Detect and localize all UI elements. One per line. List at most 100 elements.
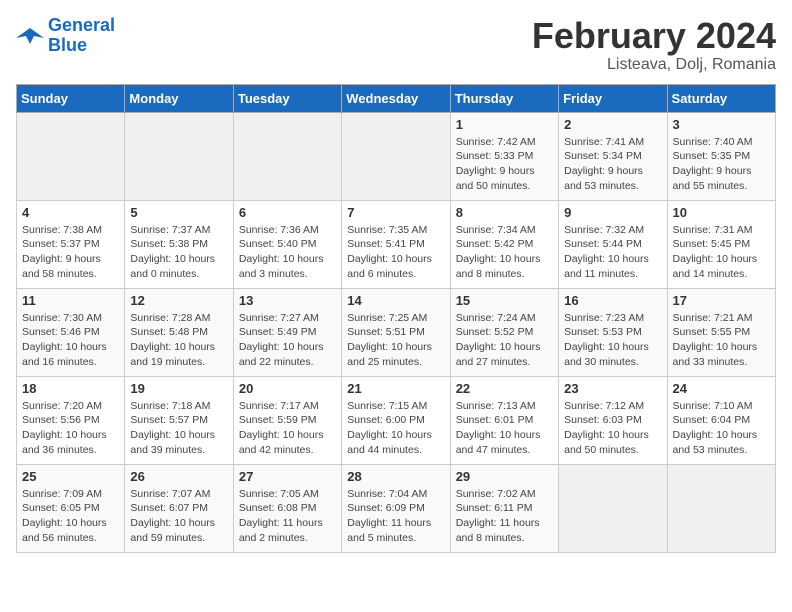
day-detail: Sunrise: 7:17 AM Sunset: 5:59 PM Dayligh…: [239, 399, 336, 458]
logo-icon: [16, 24, 44, 48]
calendar-cell: 18 Sunrise: 7:20 AM Sunset: 5:56 PM Dayli…: [17, 376, 125, 464]
calendar-week-row: 4 Sunrise: 7:38 AM Sunset: 5:37 PM Daylig…: [17, 200, 776, 288]
calendar-cell: 20 Sunrise: 7:17 AM Sunset: 5:59 PM Dayli…: [233, 376, 341, 464]
day-detail: Sunrise: 7:32 AM Sunset: 5:44 PM Dayligh…: [564, 223, 661, 282]
day-number: 5: [130, 205, 227, 220]
day-number: 27: [239, 469, 336, 484]
day-detail: Sunrise: 7:10 AM Sunset: 6:04 PM Dayligh…: [673, 399, 770, 458]
calendar-cell: 25 Sunrise: 7:09 AM Sunset: 6:05 PM Dayli…: [17, 464, 125, 552]
day-detail: Sunrise: 7:04 AM Sunset: 6:09 PM Dayligh…: [347, 487, 444, 546]
day-number: 22: [456, 381, 553, 396]
day-detail: Sunrise: 7:35 AM Sunset: 5:41 PM Dayligh…: [347, 223, 444, 282]
day-number: 25: [22, 469, 119, 484]
day-number: 21: [347, 381, 444, 396]
day-detail: Sunrise: 7:38 AM Sunset: 5:37 PM Dayligh…: [22, 223, 119, 282]
day-detail: Sunrise: 7:05 AM Sunset: 6:08 PM Dayligh…: [239, 487, 336, 546]
calendar-cell: 8 Sunrise: 7:34 AM Sunset: 5:42 PM Daylig…: [450, 200, 558, 288]
day-number: 26: [130, 469, 227, 484]
month-title: February 2024: [532, 16, 776, 56]
calendar-cell: 1Sunrise: 7:42 AM Sunset: 5:33 PM Daylig…: [450, 112, 558, 200]
day-detail: Sunrise: 7:23 AM Sunset: 5:53 PM Dayligh…: [564, 311, 661, 370]
day-number: 15: [456, 293, 553, 308]
calendar-cell: 28Sunrise: 7:04 AM Sunset: 6:09 PM Dayli…: [342, 464, 450, 552]
day-detail: Sunrise: 7:28 AM Sunset: 5:48 PM Dayligh…: [130, 311, 227, 370]
day-number: 20: [239, 381, 336, 396]
location-title: Listeava, Dolj, Romania: [532, 56, 776, 74]
calendar-cell: 2 Sunrise: 7:41 AM Sunset: 5:34 PM Daylig…: [559, 112, 667, 200]
calendar-cell: [233, 112, 341, 200]
day-of-week-header: Friday: [559, 84, 667, 112]
calendar-table: SundayMondayTuesdayWednesdayThursdayFrid…: [16, 84, 776, 553]
day-detail: Sunrise: 7:34 AM Sunset: 5:42 PM Dayligh…: [456, 223, 553, 282]
day-number: 2: [564, 117, 661, 132]
calendar-cell: 23Sunrise: 7:12 AM Sunset: 6:03 PM Dayli…: [559, 376, 667, 464]
calendar-week-row: 1Sunrise: 7:42 AM Sunset: 5:33 PM Daylig…: [17, 112, 776, 200]
day-number: 4: [22, 205, 119, 220]
day-detail: Sunrise: 7:09 AM Sunset: 6:05 PM Dayligh…: [22, 487, 119, 546]
calendar-week-row: 11 Sunrise: 7:30 AM Sunset: 5:46 PM Dayli…: [17, 288, 776, 376]
calendar-week-row: 25 Sunrise: 7:09 AM Sunset: 6:05 PM Dayli…: [17, 464, 776, 552]
day-detail: Sunrise: 7:30 AM Sunset: 5:46 PM Dayligh…: [22, 311, 119, 370]
day-number: 7: [347, 205, 444, 220]
day-detail: Sunrise: 7:41 AM Sunset: 5:34 PM Dayligh…: [564, 135, 661, 194]
day-number: 14: [347, 293, 444, 308]
logo: General Blue: [16, 16, 115, 56]
day-detail: Sunrise: 7:27 AM Sunset: 5:49 PM Dayligh…: [239, 311, 336, 370]
calendar-cell: 27 Sunrise: 7:05 AM Sunset: 6:08 PM Dayli…: [233, 464, 341, 552]
page-header: General Blue February 2024 Listeava, Dol…: [16, 16, 776, 74]
calendar-cell: 12 Sunrise: 7:28 AM Sunset: 5:48 PM Dayli…: [125, 288, 233, 376]
calendar-cell: [559, 464, 667, 552]
day-number: 10: [673, 205, 770, 220]
day-detail: Sunrise: 7:12 AM Sunset: 6:03 PM Dayligh…: [564, 399, 661, 458]
day-number: 11: [22, 293, 119, 308]
calendar-cell: 17 Sunrise: 7:21 AM Sunset: 5:55 PM Dayli…: [667, 288, 775, 376]
calendar-cell: 15 Sunrise: 7:24 AM Sunset: 5:52 PM Dayli…: [450, 288, 558, 376]
day-of-week-header: Tuesday: [233, 84, 341, 112]
calendar-cell: [17, 112, 125, 200]
day-number: 8: [456, 205, 553, 220]
day-detail: Sunrise: 7:07 AM Sunset: 6:07 PM Dayligh…: [130, 487, 227, 546]
day-detail: Sunrise: 7:20 AM Sunset: 5:56 PM Dayligh…: [22, 399, 119, 458]
calendar-cell: 9 Sunrise: 7:32 AM Sunset: 5:44 PM Daylig…: [559, 200, 667, 288]
calendar-cell: [667, 464, 775, 552]
day-number: 12: [130, 293, 227, 308]
calendar-cell: 7 Sunrise: 7:35 AM Sunset: 5:41 PM Daylig…: [342, 200, 450, 288]
day-number: 18: [22, 381, 119, 396]
calendar-cell: [342, 112, 450, 200]
day-number: 17: [673, 293, 770, 308]
day-detail: Sunrise: 7:37 AM Sunset: 5:38 PM Dayligh…: [130, 223, 227, 282]
calendar-cell: 26 Sunrise: 7:07 AM Sunset: 6:07 PM Dayli…: [125, 464, 233, 552]
calendar-cell: [125, 112, 233, 200]
day-number: 19: [130, 381, 227, 396]
day-number: 3: [673, 117, 770, 132]
day-detail: Sunrise: 7:24 AM Sunset: 5:52 PM Dayligh…: [456, 311, 553, 370]
day-of-week-header: Saturday: [667, 84, 775, 112]
calendar-cell: 19Sunrise: 7:18 AM Sunset: 5:57 PM Dayli…: [125, 376, 233, 464]
calendar-cell: 29Sunrise: 7:02 AM Sunset: 6:11 PM Dayli…: [450, 464, 558, 552]
calendar-cell: 3 Sunrise: 7:40 AM Sunset: 5:35 PM Daylig…: [667, 112, 775, 200]
day-of-week-header: Wednesday: [342, 84, 450, 112]
calendar-cell: 6 Sunrise: 7:36 AM Sunset: 5:40 PM Daylig…: [233, 200, 341, 288]
calendar-cell: 5 Sunrise: 7:37 AM Sunset: 5:38 PM Daylig…: [125, 200, 233, 288]
calendar-cell: 4 Sunrise: 7:38 AM Sunset: 5:37 PM Daylig…: [17, 200, 125, 288]
day-detail: Sunrise: 7:21 AM Sunset: 5:55 PM Dayligh…: [673, 311, 770, 370]
day-number: 24: [673, 381, 770, 396]
calendar-cell: 14 Sunrise: 7:25 AM Sunset: 5:51 PM Dayli…: [342, 288, 450, 376]
calendar-cell: 13Sunrise: 7:27 AM Sunset: 5:49 PM Dayli…: [233, 288, 341, 376]
day-detail: Sunrise: 7:25 AM Sunset: 5:51 PM Dayligh…: [347, 311, 444, 370]
day-detail: Sunrise: 7:15 AM Sunset: 6:00 PM Dayligh…: [347, 399, 444, 458]
calendar-cell: 24 Sunrise: 7:10 AM Sunset: 6:04 PM Dayli…: [667, 376, 775, 464]
day-detail: Sunrise: 7:13 AM Sunset: 6:01 PM Dayligh…: [456, 399, 553, 458]
calendar-week-row: 18 Sunrise: 7:20 AM Sunset: 5:56 PM Dayli…: [17, 376, 776, 464]
day-detail: Sunrise: 7:36 AM Sunset: 5:40 PM Dayligh…: [239, 223, 336, 282]
calendar-cell: 10 Sunrise: 7:31 AM Sunset: 5:45 PM Dayli…: [667, 200, 775, 288]
calendar-cell: 21 Sunrise: 7:15 AM Sunset: 6:00 PM Dayli…: [342, 376, 450, 464]
logo-text: General Blue: [48, 16, 115, 56]
day-detail: Sunrise: 7:02 AM Sunset: 6:11 PM Dayligh…: [456, 487, 553, 546]
day-number: 9: [564, 205, 661, 220]
day-detail: Sunrise: 7:40 AM Sunset: 5:35 PM Dayligh…: [673, 135, 770, 194]
calendar-cell: 16Sunrise: 7:23 AM Sunset: 5:53 PM Dayli…: [559, 288, 667, 376]
day-detail: Sunrise: 7:31 AM Sunset: 5:45 PM Dayligh…: [673, 223, 770, 282]
day-of-week-header: Sunday: [17, 84, 125, 112]
day-number: 6: [239, 205, 336, 220]
